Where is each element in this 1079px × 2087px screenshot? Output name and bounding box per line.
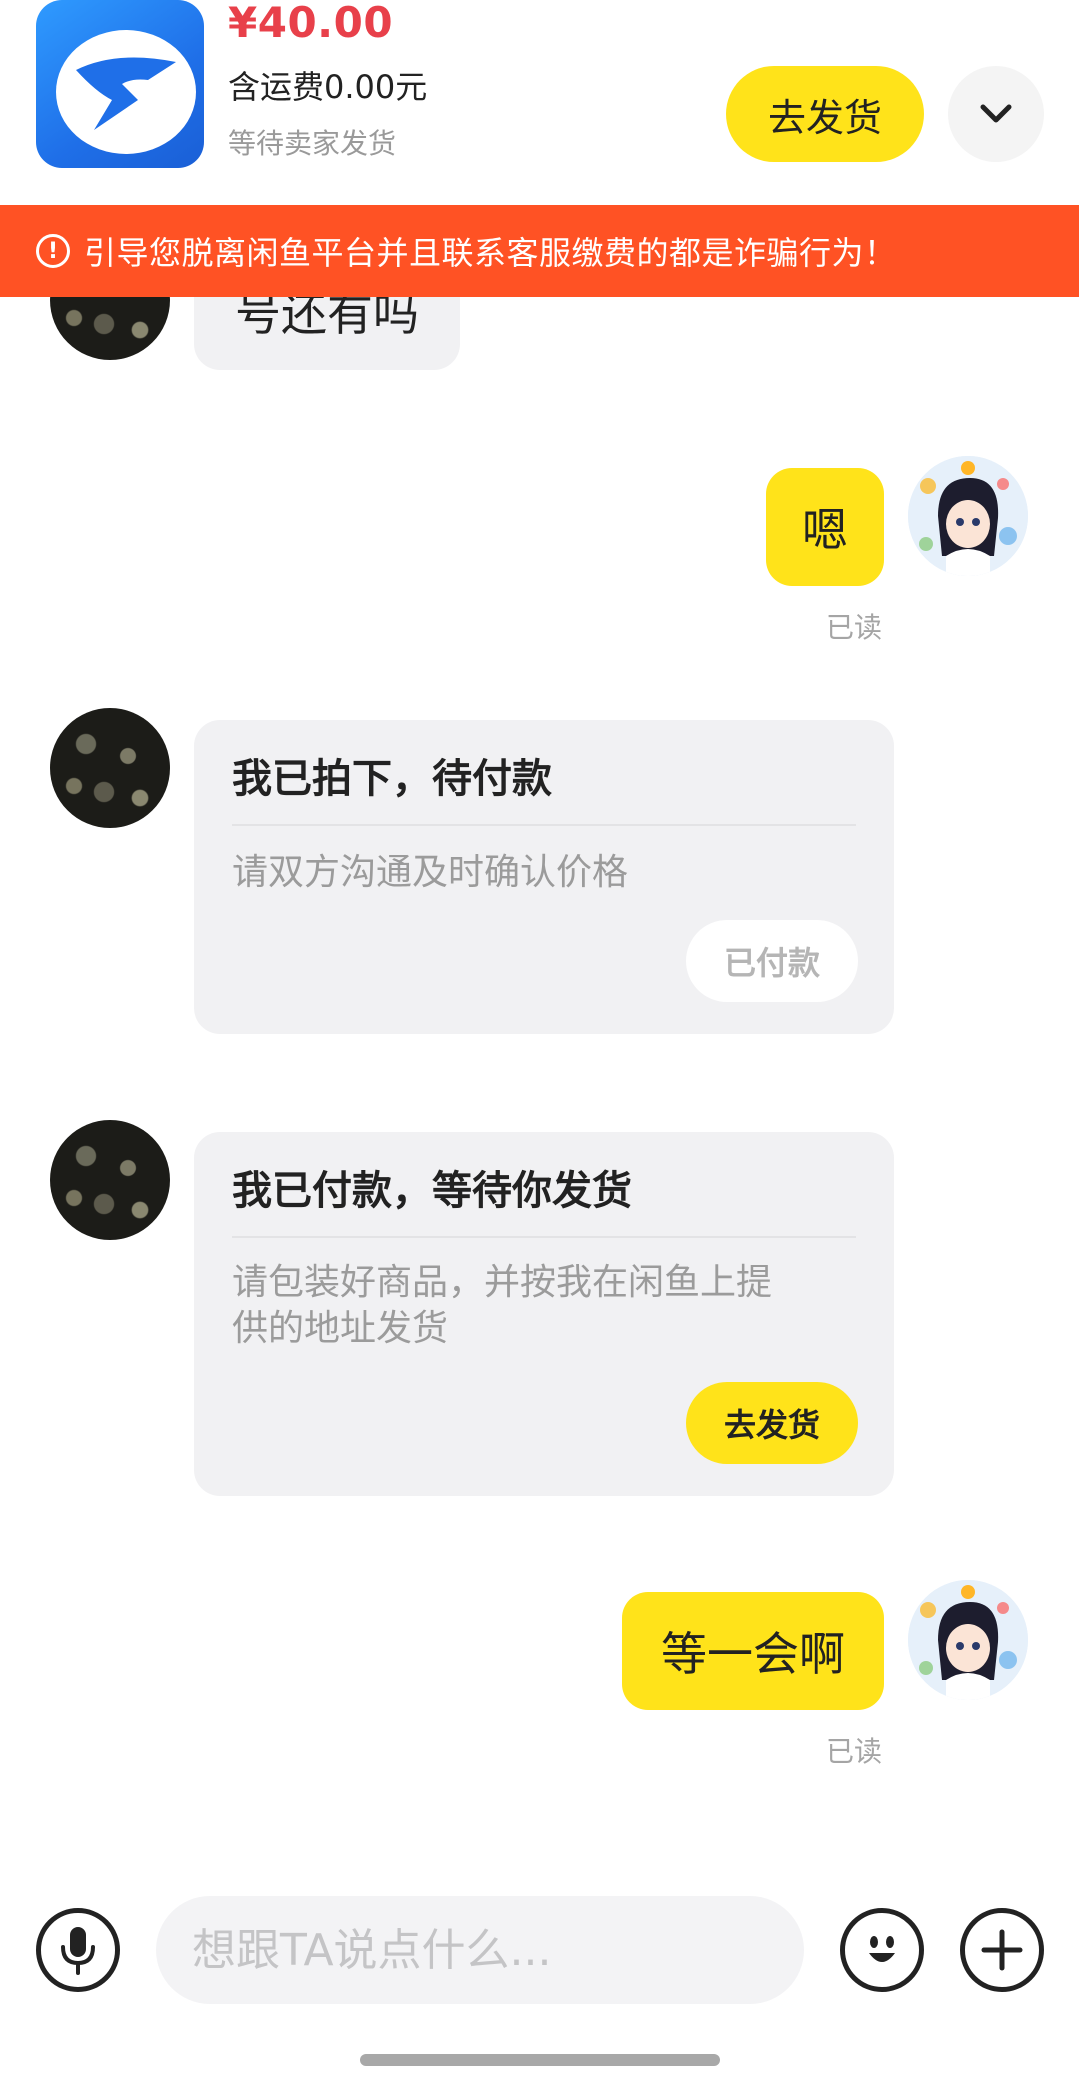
order-card-paid: 我已付款，等待你发货 请包装好商品，并按我在闲鱼上提 供的地址发货 去发货	[194, 1132, 894, 1496]
fraud-warning-banner: ! 引导您脱离闲鱼平台并且联系客服缴费的都是诈骗行为！	[0, 205, 1079, 297]
read-receipt: 已读	[826, 611, 883, 644]
home-indicator[interactable]	[360, 2054, 720, 2066]
my-avatar[interactable]	[908, 1580, 1028, 1700]
more-button[interactable]	[960, 1908, 1044, 1992]
card-divider	[232, 1236, 856, 1238]
message-text: 嗯	[802, 503, 848, 557]
outgoing-message-bubble[interactable]: 等一会啊	[622, 1592, 884, 1710]
expand-button[interactable]	[948, 66, 1044, 162]
seller-avatar[interactable]	[50, 1120, 170, 1240]
emoji-button[interactable]	[840, 1908, 924, 1992]
warning-icon: !	[36, 234, 70, 268]
order-price: ¥40.00	[228, 0, 394, 47]
app-logo-icon[interactable]	[36, 0, 204, 168]
message-text: 等一会啊	[661, 1627, 845, 1681]
card-divider	[232, 824, 856, 826]
seller-avatar[interactable]	[50, 708, 170, 828]
chevron-down-icon	[980, 104, 1012, 123]
outgoing-message-bubble[interactable]: 嗯	[766, 468, 884, 586]
ship-button-card[interactable]: 去发货	[686, 1382, 858, 1464]
microphone-icon	[61, 1927, 95, 1975]
plus-icon	[981, 1929, 1023, 1971]
my-avatar[interactable]	[908, 456, 1028, 576]
shipping-fee: 含运费0.00元	[228, 68, 428, 106]
card-title: 我已付款，等待你发货	[232, 1168, 632, 1214]
paid-button[interactable]: 已付款	[686, 920, 858, 1002]
card-subtitle-line-2: 供的地址发货	[232, 1308, 449, 1349]
voice-button[interactable]	[36, 1908, 120, 1992]
order-header: ¥40.00 含运费0.00元 等待卖家发货 去发货	[0, 0, 1079, 205]
order-card-pending-payment: 我已拍下，待付款 请双方沟通及时确认价格 已付款	[194, 720, 894, 1034]
card-subtitle: 请双方沟通及时确认价格	[232, 852, 629, 893]
order-status: 等待卖家发货	[228, 127, 397, 160]
warning-text: 引导您脱离闲鱼平台并且联系客服缴费的都是诈骗行为！	[84, 234, 897, 272]
message-input[interactable]	[156, 1896, 804, 2004]
emoji-icon	[869, 1936, 895, 1962]
card-title: 我已拍下，待付款	[232, 756, 552, 802]
card-subtitle-line-1: 请包装好商品，并按我在闲鱼上提	[232, 1262, 773, 1303]
ship-button[interactable]: 去发货	[726, 66, 924, 162]
read-receipt: 已读	[826, 1735, 883, 1768]
